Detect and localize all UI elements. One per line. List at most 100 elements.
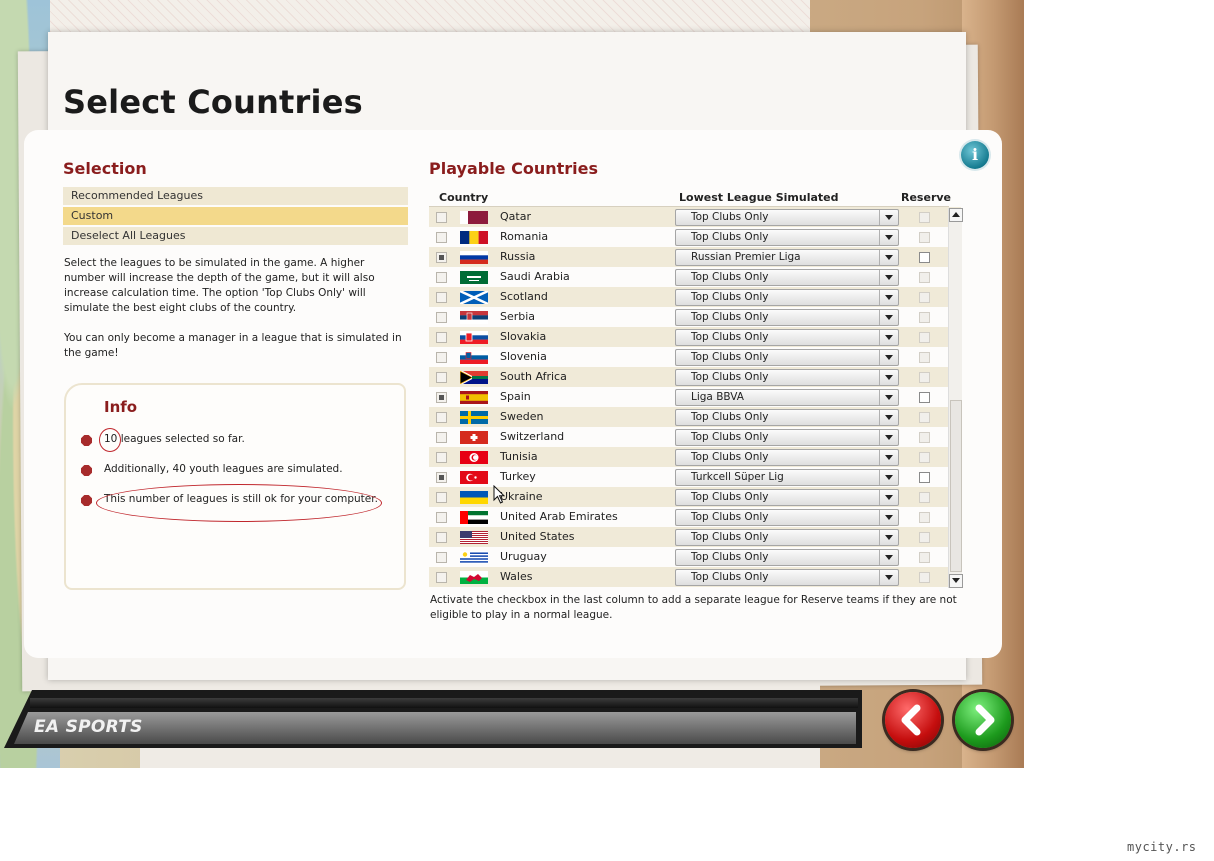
lowest-league-dropdown[interactable]: Top Clubs Only: [675, 529, 899, 546]
back-button[interactable]: [885, 692, 941, 748]
option-deselect-all[interactable]: Deselect All Leagues: [63, 227, 408, 245]
dropdown-arrow-icon[interactable]: [879, 470, 898, 485]
country-row[interactable]: Ukraine Top Clubs Only: [429, 487, 961, 507]
country-checkbox[interactable]: [436, 352, 447, 363]
country-checkbox[interactable]: [436, 272, 447, 283]
lowest-league-dropdown[interactable]: Liga BBVA: [675, 389, 899, 406]
dropdown-arrow-icon[interactable]: [879, 210, 898, 225]
country-checkbox[interactable]: [436, 512, 447, 523]
scroll-up-arrow-icon[interactable]: [949, 208, 963, 222]
lowest-league-value: Top Clubs Only: [691, 531, 769, 543]
dropdown-arrow-icon[interactable]: [879, 430, 898, 445]
lowest-league-dropdown[interactable]: Top Clubs Only: [675, 289, 899, 306]
lowest-league-dropdown[interactable]: Russian Premier Liga: [675, 249, 899, 266]
dropdown-arrow-icon[interactable]: [879, 370, 898, 385]
lowest-league-dropdown[interactable]: Top Clubs Only: [675, 229, 899, 246]
country-checkbox[interactable]: [436, 572, 447, 583]
country-row[interactable]: Russia Russian Premier Liga: [429, 247, 961, 267]
country-row[interactable]: Saudi Arabia Top Clubs Only: [429, 267, 961, 287]
country-checkbox[interactable]: [436, 292, 447, 303]
country-name: Scotland: [500, 290, 548, 303]
dropdown-arrow-icon[interactable]: [879, 250, 898, 265]
lowest-league-value: Top Clubs Only: [691, 331, 769, 343]
reserve-checkbox[interactable]: [919, 392, 930, 403]
country-row[interactable]: United Arab Emirates Top Clubs Only: [429, 507, 961, 527]
country-name: Uruguay: [500, 550, 547, 563]
country-row[interactable]: Sweden Top Clubs Only: [429, 407, 961, 427]
lowest-league-dropdown[interactable]: Top Clubs Only: [675, 449, 899, 466]
country-row[interactable]: South Africa Top Clubs Only: [429, 367, 961, 387]
country-row[interactable]: Qatar Top Clubs Only: [429, 207, 961, 227]
country-name: Switzerland: [500, 430, 565, 443]
country-checkbox[interactable]: [436, 232, 447, 243]
scroll-down-arrow-icon[interactable]: [949, 574, 963, 588]
country-row[interactable]: Switzerland Top Clubs Only: [429, 427, 961, 447]
country-checkbox[interactable]: [436, 252, 447, 263]
reserve-checkbox: [919, 452, 930, 463]
lowest-league-dropdown[interactable]: Top Clubs Only: [675, 329, 899, 346]
lowest-league-dropdown[interactable]: Top Clubs Only: [675, 429, 899, 446]
reserve-checkbox: [919, 292, 930, 303]
country-row[interactable]: United States Top Clubs Only: [429, 527, 961, 547]
dropdown-arrow-icon[interactable]: [879, 570, 898, 585]
country-row[interactable]: Slovenia Top Clubs Only: [429, 347, 961, 367]
country-checkbox[interactable]: [436, 472, 447, 483]
dropdown-arrow-icon[interactable]: [879, 410, 898, 425]
option-custom[interactable]: Custom: [63, 207, 408, 225]
dropdown-arrow-icon[interactable]: [879, 270, 898, 285]
country-checkbox[interactable]: [436, 312, 447, 323]
country-row[interactable]: Scotland Top Clubs Only: [429, 287, 961, 307]
reserve-checkbox[interactable]: [919, 252, 930, 263]
country-row[interactable]: Spain Liga BBVA: [429, 387, 961, 407]
lowest-league-dropdown[interactable]: Top Clubs Only: [675, 489, 899, 506]
lowest-league-dropdown[interactable]: Top Clubs Only: [675, 309, 899, 326]
country-row[interactable]: Romania Top Clubs Only: [429, 227, 961, 247]
country-checkbox[interactable]: [436, 492, 447, 503]
dropdown-arrow-icon[interactable]: [879, 310, 898, 325]
dropdown-arrow-icon[interactable]: [879, 390, 898, 405]
lowest-league-dropdown[interactable]: Turkcell Süper Lig: [675, 469, 899, 486]
country-row[interactable]: Serbia Top Clubs Only: [429, 307, 961, 327]
lowest-league-dropdown[interactable]: Top Clubs Only: [675, 349, 899, 366]
lowest-league-dropdown[interactable]: Top Clubs Only: [675, 509, 899, 526]
dropdown-arrow-icon[interactable]: [879, 510, 898, 525]
option-recommended-leagues[interactable]: Recommended Leagues: [63, 187, 408, 205]
country-checkbox[interactable]: [436, 372, 447, 383]
country-row[interactable]: Tunisia Top Clubs Only: [429, 447, 961, 467]
country-checkbox[interactable]: [436, 332, 447, 343]
country-checkbox[interactable]: [436, 432, 447, 443]
country-checkbox[interactable]: [436, 212, 447, 223]
country-checkbox[interactable]: [436, 392, 447, 403]
dropdown-arrow-icon[interactable]: [879, 450, 898, 465]
country-row[interactable]: Uruguay Top Clubs Only: [429, 547, 961, 567]
dropdown-arrow-icon[interactable]: [879, 290, 898, 305]
country-checkbox[interactable]: [436, 412, 447, 423]
scrollbar-thumb[interactable]: [950, 400, 962, 572]
lowest-league-dropdown[interactable]: Top Clubs Only: [675, 209, 899, 226]
lowest-league-value: Top Clubs Only: [691, 571, 769, 583]
dropdown-arrow-icon[interactable]: [879, 490, 898, 505]
dropdown-arrow-icon[interactable]: [879, 330, 898, 345]
next-button[interactable]: [955, 692, 1011, 748]
dropdown-arrow-icon[interactable]: [879, 550, 898, 565]
reserve-checkbox: [919, 232, 930, 243]
reserve-checkbox[interactable]: [919, 472, 930, 483]
lowest-league-dropdown[interactable]: Top Clubs Only: [675, 569, 899, 586]
column-lowest-league: Lowest League Simulated: [679, 191, 839, 204]
country-checkbox[interactable]: [436, 532, 447, 543]
country-row[interactable]: Turkey Turkcell Süper Lig: [429, 467, 961, 487]
lowest-league-dropdown[interactable]: Top Clubs Only: [675, 369, 899, 386]
lowest-league-dropdown[interactable]: Top Clubs Only: [675, 549, 899, 566]
dropdown-arrow-icon[interactable]: [879, 230, 898, 245]
reserve-checkbox: [919, 412, 930, 423]
dropdown-arrow-icon[interactable]: [879, 350, 898, 365]
country-row[interactable]: Wales Top Clubs Only: [429, 567, 961, 587]
dropdown-arrow-icon[interactable]: [879, 530, 898, 545]
country-checkbox[interactable]: [436, 552, 447, 563]
lowest-league-dropdown[interactable]: Top Clubs Only: [675, 269, 899, 286]
country-row[interactable]: Slovakia Top Clubs Only: [429, 327, 961, 347]
lowest-league-dropdown[interactable]: Top Clubs Only: [675, 409, 899, 426]
selection-heading: Selection: [63, 159, 147, 178]
info-icon[interactable]: i: [961, 141, 989, 169]
country-checkbox[interactable]: [436, 452, 447, 463]
